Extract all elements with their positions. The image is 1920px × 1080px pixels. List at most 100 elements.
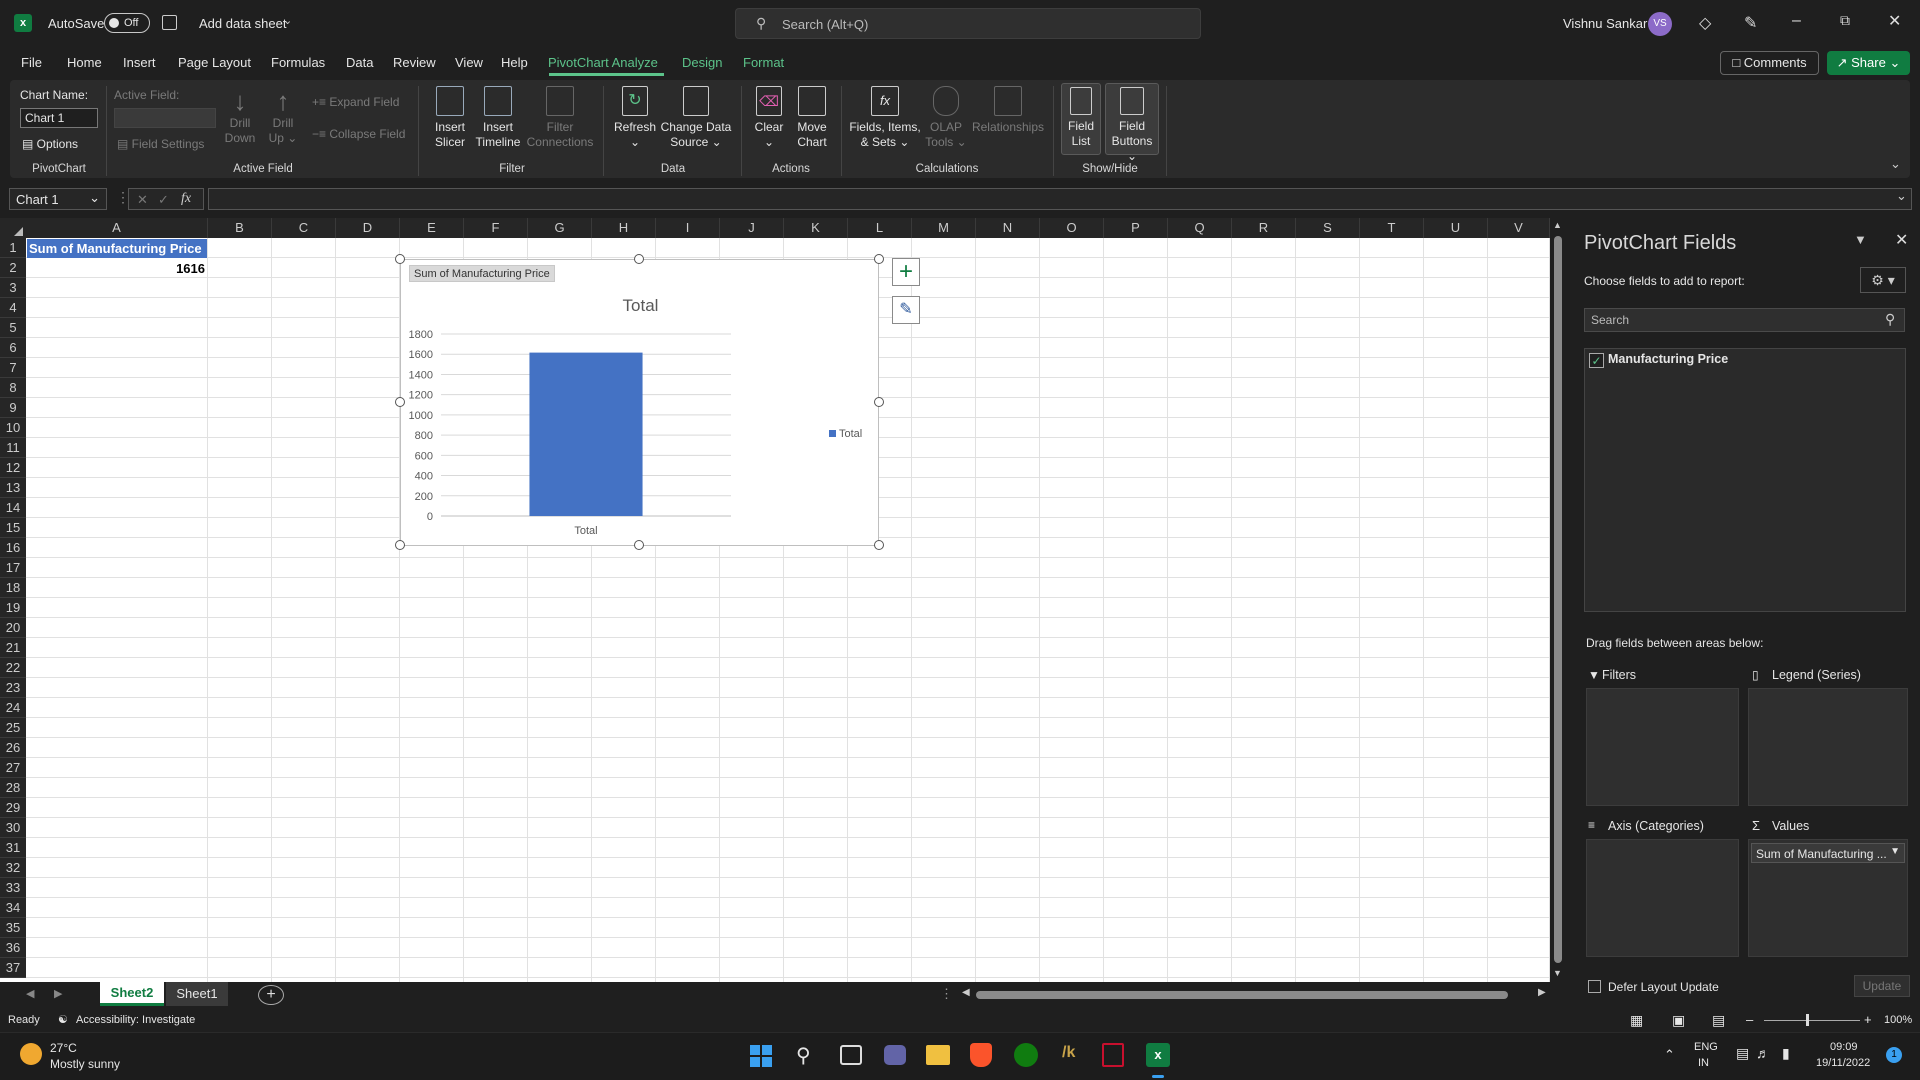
row-header[interactable]: 15 [0,518,26,538]
drill-down-button[interactable]: ↓ Drill Down [222,86,258,146]
tab-pivotchart-analyze[interactable]: PivotChart Analyze [548,55,658,70]
resize-handle[interactable] [395,540,405,550]
tab-insert[interactable]: Insert [123,55,156,70]
column-header[interactable]: H [592,218,656,238]
tab-home[interactable]: Home [67,55,102,70]
cancel-icon[interactable]: ✕ [137,192,148,208]
tab-review[interactable]: Review [393,55,436,70]
chevron-down-icon[interactable]: ⌄ [283,14,292,27]
column-header[interactable]: Q [1168,218,1232,238]
filter-connections-button[interactable]: Filter Connections [524,86,596,150]
field-settings-button[interactable]: ▤ Field Settings [117,137,204,151]
row-header[interactable]: 3 [0,278,26,298]
collapse-ribbon-icon[interactable]: ⌄ [1890,156,1901,172]
insert-function-icon[interactable]: fx [181,191,191,207]
row-header[interactable]: 27 [0,758,26,778]
row-header[interactable]: 31 [0,838,26,858]
document-title[interactable]: Add data sheet [199,16,286,31]
change-data-source-button[interactable]: Change Data Source ⌄ [658,86,734,150]
accessibility-status[interactable]: Accessibility: Investigate [76,1014,195,1026]
scroll-down-icon[interactable]: ▼ [1553,968,1562,978]
row-header[interactable]: 24 [0,698,26,718]
column-header[interactable]: T [1360,218,1424,238]
row-header[interactable]: 9 [0,398,26,418]
scroll-right-icon[interactable]: ▶ [1538,987,1546,998]
language-2[interactable]: IN [1698,1057,1709,1069]
row-header[interactable]: 23 [0,678,26,698]
zoom-level[interactable]: 100% [1884,1014,1912,1026]
windows-start-icon[interactable] [750,1045,772,1067]
search-box[interactable]: ⚲ Search (Alt+Q) [735,8,1201,39]
column-header[interactable]: P [1104,218,1168,238]
row-header[interactable]: 11 [0,438,26,458]
more-sheets-icon[interactable]: ⋮ [940,986,953,1002]
normal-view-icon[interactable]: ▦ [1630,1012,1643,1029]
resize-handle[interactable] [874,540,884,550]
pivot-chart[interactable]: Sum of Manufacturing Price Total 1800 160… [400,259,879,546]
collapse-field-button[interactable]: −≡ Collapse Field [312,127,405,141]
row-header[interactable]: 26 [0,738,26,758]
page-layout-view-icon[interactable]: ▣ [1672,1012,1685,1029]
tab-formulas[interactable]: Formulas [271,55,325,70]
row-header[interactable]: 36 [0,938,26,958]
row-header[interactable]: 6 [0,338,26,358]
task-view-icon[interactable] [840,1045,862,1065]
resize-handle[interactable] [395,254,405,264]
olap-tools-button[interactable]: OLAP Tools ⌄ [924,86,968,150]
name-box[interactable]: Chart 1 ⌄ [9,188,107,210]
field-checkbox[interactable]: ✓ [1589,353,1604,368]
column-header[interactable]: F [464,218,528,238]
expand-formula-icon[interactable]: ⌄ [1896,188,1907,204]
expand-field-button[interactable]: +≡ Expand Field [312,95,399,109]
notification-badge[interactable]: 1 [1886,1047,1902,1063]
mcafee-icon[interactable] [1102,1043,1124,1067]
teams-icon[interactable] [884,1045,906,1065]
enter-icon[interactable]: ✓ [158,192,169,208]
legend-drop-area[interactable] [1748,688,1908,806]
page-break-view-icon[interactable]: ▤ [1712,1012,1725,1029]
column-header[interactable]: V [1488,218,1550,238]
excel-taskbar-icon[interactable]: x [1146,1043,1170,1067]
field-list-button[interactable]: Field List [1061,83,1101,155]
tab-help[interactable]: Help [501,55,528,70]
zoom-slider[interactable] [1764,1020,1860,1021]
row-header[interactable]: 29 [0,798,26,818]
row-header[interactable]: 34 [0,898,26,918]
battery-icon[interactable]: ▮ [1782,1045,1790,1062]
tab-data[interactable]: Data [346,55,373,70]
xbox-icon[interactable] [1014,1043,1038,1067]
formula-input[interactable] [208,188,1912,210]
share-button[interactable]: ↗ Share ⌄ [1827,51,1910,75]
row-header[interactable]: 18 [0,578,26,598]
scroll-up-icon[interactable]: ▲ [1553,220,1562,230]
column-header[interactable]: N [976,218,1040,238]
resize-handle[interactable] [395,397,405,407]
cell-a2[interactable]: 1616 [27,259,205,278]
prev-sheet-icon[interactable]: ◀ [26,987,34,1000]
language-1[interactable]: ENG [1694,1041,1718,1053]
move-chart-button[interactable]: Move Chart [790,86,834,150]
row-header[interactable]: 13 [0,478,26,498]
clock-time[interactable]: 09:09 [1830,1041,1858,1053]
row-header[interactable]: 14 [0,498,26,518]
chart-name-input[interactable]: Chart 1 [20,108,98,128]
drill-up-button[interactable]: ↑ Drill Up ⌄ [265,86,301,146]
minimize-icon[interactable]: – [1792,12,1801,30]
clock-date[interactable]: 19/11/2022 [1816,1057,1870,1069]
row-header[interactable]: 22 [0,658,26,678]
comments-button[interactable]: □ Comments [1720,51,1819,75]
insert-slicer-button[interactable]: Insert Slicer [428,86,472,150]
taskbar-search-icon[interactable]: ⚲ [796,1043,811,1068]
column-header[interactable]: E [400,218,464,238]
defer-checkbox[interactable] [1588,980,1601,993]
network-icon[interactable]: ▤ [1736,1045,1749,1062]
column-header[interactable]: G [528,218,592,238]
sheet-tab-sheet2[interactable]: Sheet2 [100,982,164,1006]
row-header[interactable]: 16 [0,538,26,558]
chart-elements-plus-icon[interactable]: + [892,258,920,286]
add-sheet-icon[interactable]: + [258,985,284,1005]
restore-icon[interactable]: ⧉ [1840,12,1850,29]
row-header[interactable]: 19 [0,598,26,618]
row-header[interactable]: 1 [0,238,26,258]
field-search-input[interactable]: Search ⚲ [1584,308,1905,332]
